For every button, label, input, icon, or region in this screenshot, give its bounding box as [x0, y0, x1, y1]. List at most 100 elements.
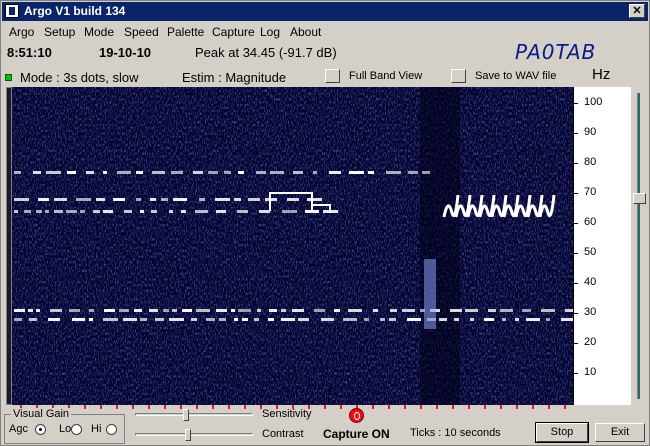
ticks-label: Ticks : 10 seconds	[410, 427, 501, 439]
contrast-thumb[interactable]	[185, 429, 191, 441]
signal-dash	[67, 171, 76, 174]
info-bar: 8:51:10 19-10-10 Peak at 34.45 (-91.7 dB…	[2, 40, 648, 64]
agc-radio[interactable]	[35, 424, 46, 435]
signal-dash	[282, 210, 297, 213]
menu-setup[interactable]: Setup	[44, 25, 75, 39]
menu-capture[interactable]: Capture	[212, 25, 255, 39]
signal-dash	[561, 318, 573, 321]
menu-palette[interactable]: Palette	[167, 25, 204, 39]
signal-dash	[80, 210, 85, 213]
scale-tick-10: 10	[584, 366, 597, 378]
scale-tick-mark	[574, 133, 578, 134]
full-band-view-button[interactable]	[325, 69, 340, 83]
signal-dash	[234, 198, 241, 201]
save-wav-button[interactable]	[451, 69, 466, 83]
scale-tick-mark	[574, 373, 578, 374]
scale-tick-mark	[574, 163, 578, 164]
sensitivity-slider[interactable]	[135, 409, 253, 421]
lo-label: Lo	[59, 423, 72, 435]
signal-dash	[515, 318, 519, 321]
signal-dash	[408, 171, 418, 174]
time-tick-mark	[468, 405, 470, 409]
time-tick-mark	[388, 405, 390, 409]
vertical-slider-track[interactable]	[637, 93, 640, 399]
signal-dash	[237, 210, 248, 213]
signal-dash	[150, 198, 156, 201]
signal-dash	[171, 171, 183, 174]
signal-dash	[248, 198, 260, 201]
signal-dash	[314, 309, 325, 312]
scale-tick-100: 100	[584, 96, 603, 108]
argo-window: Argo V1 build 134 ✕ Argo Setup Mode Spee…	[0, 0, 650, 446]
scale-tick-20: 20	[584, 336, 597, 348]
signal-dash	[134, 309, 142, 312]
signal-dash	[215, 198, 230, 201]
signal-dash	[389, 318, 396, 321]
signal-dash	[257, 309, 261, 312]
scale-tick-60: 60	[584, 216, 597, 228]
spectrogram-display[interactable]	[12, 87, 573, 405]
contrast-slider[interactable]	[135, 429, 253, 441]
signal-dash	[172, 309, 177, 312]
signal-dash	[29, 318, 37, 321]
signal-dash	[268, 318, 274, 321]
signal-dash	[191, 318, 197, 321]
menu-bar: Argo Setup Mode Speed Palette Capture Lo…	[2, 22, 648, 40]
exit-button[interactable]: Exit	[595, 423, 645, 442]
signal-dash	[155, 318, 164, 321]
signal-dash	[386, 171, 401, 174]
signal-dash	[149, 309, 158, 312]
signal-dash	[14, 318, 22, 321]
spectrogram-canvas	[12, 87, 573, 405]
signal-dash	[89, 309, 94, 312]
signal-dash	[488, 309, 496, 312]
visual-gain-label: Visual Gain	[11, 408, 72, 420]
sensitivity-thumb[interactable]	[183, 409, 189, 421]
scale-tick-mark	[574, 343, 578, 344]
signal-dash	[565, 309, 573, 312]
time-tick-mark	[516, 405, 518, 409]
signal-dash	[298, 318, 309, 321]
menu-mode[interactable]: Mode	[84, 25, 114, 39]
menu-about[interactable]: About	[290, 25, 321, 39]
scale-tick-mark	[574, 313, 578, 314]
time-tick-mark	[324, 405, 326, 409]
signal-dash	[36, 309, 40, 312]
signal-dash	[103, 210, 113, 213]
time-tick-mark	[564, 405, 566, 409]
signal-dash	[313, 171, 317, 174]
close-button[interactable]: ✕	[629, 4, 645, 18]
lo-radio[interactable]	[71, 424, 82, 435]
hi-radio[interactable]	[106, 424, 117, 435]
menu-log[interactable]: Log	[260, 25, 280, 39]
title-bar[interactable]: Argo V1 build 134 ✕	[2, 2, 648, 21]
signal-dash	[541, 309, 555, 312]
signal-dash	[292, 309, 304, 312]
stop-button[interactable]: Stop	[535, 422, 589, 443]
menu-argo[interactable]: Argo	[9, 25, 34, 39]
signal-dash	[193, 171, 203, 174]
callsign-logo: PA0TAB	[515, 40, 597, 64]
scale-tick-40: 40	[584, 276, 597, 288]
signal-dash	[422, 171, 430, 174]
time-tick-mark	[84, 405, 86, 409]
mode-text: Mode : 3s dots, slow	[20, 70, 139, 85]
signal-dash	[173, 198, 187, 201]
signal-dash	[368, 171, 374, 174]
app-icon	[5, 4, 19, 18]
signal-column	[424, 259, 436, 329]
time-tick-mark	[116, 405, 118, 409]
signal-dash	[454, 318, 459, 321]
signal-dash	[522, 309, 531, 312]
signal-dash	[151, 210, 157, 213]
signal-dash	[238, 171, 244, 174]
scale-tick-mark	[574, 193, 578, 194]
signal-dash	[140, 318, 147, 321]
frequency-scale: 100 90 80 70 60 50 40 30 20 10	[573, 87, 631, 405]
scale-tick-70: 70	[584, 186, 597, 198]
vertical-slider-thumb[interactable]	[633, 193, 646, 204]
window-title: Argo V1 build 134	[24, 4, 126, 18]
signal-dash	[206, 318, 215, 321]
menu-speed[interactable]: Speed	[124, 25, 159, 39]
signal-dash	[103, 171, 107, 174]
